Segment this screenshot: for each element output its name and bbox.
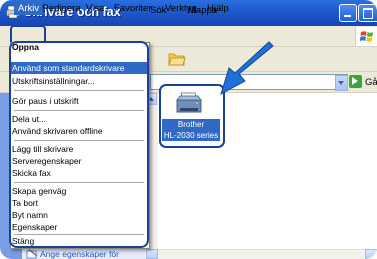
address-dropdown-button[interactable] <box>335 75 348 91</box>
go-button[interactable]: Gå <box>365 77 377 88</box>
go-arrow-icon[interactable] <box>349 75 362 88</box>
menu-favoriter[interactable]: Favoriter <box>114 3 151 14</box>
scroll-right-button[interactable] <box>365 249 377 259</box>
menu-visa[interactable]: Visa <box>86 3 104 14</box>
printer-label-line1: Brother <box>177 120 205 129</box>
scroll-left-button[interactable] <box>146 249 158 259</box>
menu-redigera[interactable]: Redigera <box>42 3 81 14</box>
printer-icon[interactable] <box>175 91 203 117</box>
horizontal-scrollbar[interactable] <box>145 249 377 259</box>
folders-button[interactable]: Mappa <box>188 5 217 16</box>
menu-arkiv[interactable]: Arkiv <box>14 2 44 15</box>
printer-label[interactable]: Brother HL-2030 series <box>162 119 220 141</box>
minimize-button[interactable] <box>339 4 357 22</box>
windows-logo-icon <box>355 27 377 46</box>
task-link-label[interactable]: Ange egenskaper för <box>40 249 119 259</box>
explorer-window: Skrivare och fax Arkiv Redigera Visa Fav… <box>0 0 377 259</box>
maximize-button[interactable] <box>358 4 377 22</box>
search-button[interactable]: Sök <box>150 5 166 16</box>
properties-icon <box>26 249 38 259</box>
file-menu-callout-box <box>9 41 149 248</box>
folders-icon[interactable] <box>168 51 186 66</box>
printer-label-line2: HL-2030 series <box>163 131 219 140</box>
pointer-arrow-icon <box>220 41 274 96</box>
